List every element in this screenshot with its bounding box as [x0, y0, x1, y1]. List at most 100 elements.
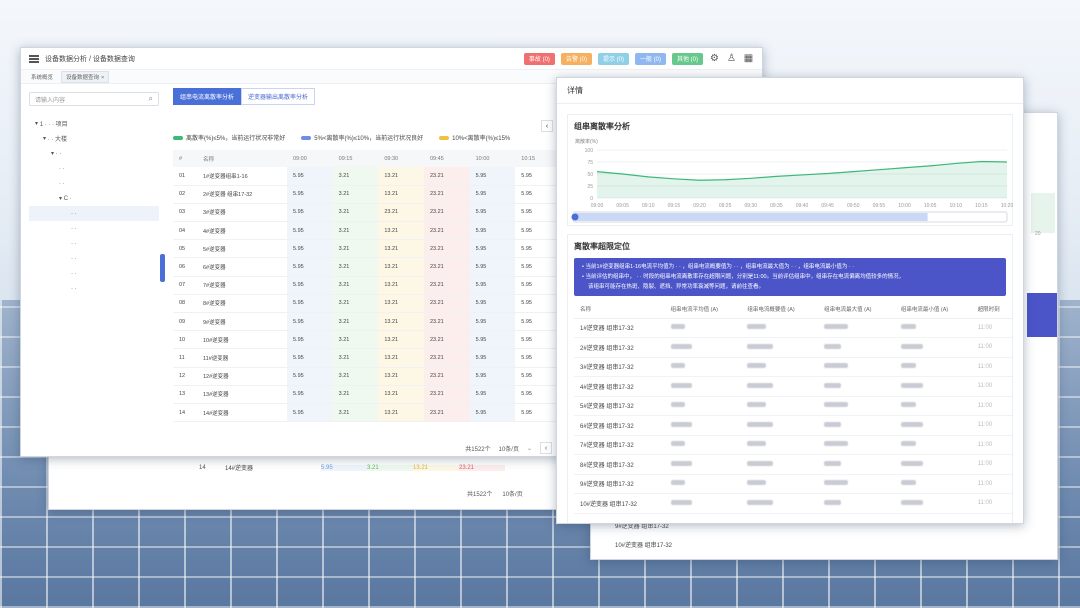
- row-name: 6#逆变器: [197, 257, 287, 277]
- redacted-mark: [747, 324, 767, 330]
- settings-icon[interactable]: ⚙: [709, 53, 720, 64]
- dispersion-cell: 3.21: [332, 403, 379, 423]
- grid-icon[interactable]: ▦: [743, 53, 754, 64]
- status-chip-general[interactable]: 一般 (0): [634, 52, 666, 65]
- table-row[interactable]: 03 3#逆变器 5.95 3.21 23.21 23.21 5.95 5.95: [173, 203, 561, 223]
- tree-node[interactable]: ▾ · ·: [29, 146, 159, 161]
- row-index: 04: [173, 221, 197, 241]
- table-row[interactable]: 05 5#逆变器 5.95 3.21 13.21 23.21 5.95 5.95: [173, 239, 561, 259]
- column-header: 09:30: [378, 150, 424, 167]
- table-row[interactable]: 12 12#逆变器 5.95 3.21 13.21 23.21 5.95 5.95: [173, 367, 561, 386]
- table-row[interactable]: 5#逆变器 组串17-32 11:00: [574, 396, 1012, 416]
- tree-node[interactable]: · ·: [29, 221, 159, 236]
- row-name: 11#逆变器: [197, 348, 287, 368]
- table-row[interactable]: 1#逆变器 组串17-32 11:00: [574, 318, 1012, 338]
- table-row[interactable]: 02 2#逆变器 组串17-32 5.95 3.21 13.21 23.21 5.95 5.9…: [173, 185, 561, 204]
- legend-item: 5%<离散率(%)≤10%，当前运行状况良好: [301, 133, 423, 142]
- dispersion-cell: 13.21: [378, 185, 424, 204]
- table-row[interactable]: 3#逆变器 组串17-32 11:00: [574, 357, 1012, 377]
- tab-inverter-dispersion[interactable]: 逆变器输出离散率分析: [241, 88, 316, 105]
- tree-node[interactable]: ▾ · · 大楼: [29, 131, 159, 146]
- redacted-value: [664, 318, 742, 338]
- redacted-mark: [824, 421, 842, 427]
- status-chip-alarm[interactable]: 告警 (0): [560, 52, 592, 65]
- dispersion-cell: 5.95: [515, 257, 561, 277]
- tree-node-selected[interactable]: · ·: [29, 206, 159, 221]
- dispersion-cell: 13.21: [378, 367, 424, 386]
- dispersion-cell: 13.21: [378, 167, 424, 186]
- status-chip-accident[interactable]: 事故 (0): [523, 52, 555, 65]
- dispersion-cell: 5.95: [515, 330, 561, 350]
- sidebar-collapse-handle[interactable]: [160, 254, 165, 282]
- zoom-slider-handle[interactable]: [571, 213, 579, 221]
- tree-node[interactable]: · ·: [29, 161, 159, 176]
- table-row[interactable]: 09 9#逆变器 5.95 3.21 13.21 23.21 5.95 5.95: [173, 312, 561, 332]
- zoom-slider-range[interactable]: [575, 213, 928, 221]
- chevron-left-icon[interactable]: ‹: [541, 120, 553, 132]
- dispersion-cell: 5.95: [469, 348, 516, 368]
- x-tick-label: 09:30: [744, 203, 757, 209]
- dispersion-cell: 5.95: [287, 312, 333, 332]
- column-header: 09:15: [332, 150, 379, 167]
- row-index: 02: [173, 185, 197, 204]
- column-header: 组串电流最小值 (A): [894, 300, 972, 319]
- table-row[interactable]: 08 8#逆变器 5.95 3.21 13.21 23.21 5.95 5.95: [173, 294, 561, 314]
- table-row[interactable]: 11 11#逆变器 5.95 3.21 13.21 23.21 5.95 5.95: [173, 348, 561, 368]
- redacted-value: [894, 474, 972, 494]
- status-chip-other[interactable]: 其他 (0): [671, 52, 703, 65]
- dispersion-cell: 5.95: [515, 167, 561, 186]
- redacted-value: [894, 454, 972, 475]
- tab-string-dispersion[interactable]: 组串电流离散率分析: [173, 88, 242, 105]
- dispersion-cell: 5.95: [469, 403, 516, 423]
- menu-icon[interactable]: [29, 54, 39, 63]
- table-row[interactable]: 14 14#逆变器 5.95 3.21 13.21 23.21 5.95 5.95: [173, 403, 561, 423]
- table-row[interactable]: 7#逆变器 组串17-32 11:00: [574, 435, 1012, 455]
- page-size-select[interactable]: 10条/页: [499, 444, 519, 453]
- table-row[interactable]: 6#逆变器 组串17-32 11:00: [574, 415, 1012, 436]
- prev-page-button[interactable]: ‹: [540, 442, 552, 454]
- table-row[interactable]: 04 4#逆变器 5.95 3.21 13.21 23.21 5.95 5.95: [173, 221, 561, 241]
- tree-node[interactable]: · ·: [29, 176, 159, 191]
- tree-node[interactable]: · ·: [29, 251, 159, 266]
- tree-node[interactable]: · ·: [29, 281, 159, 296]
- dispersion-cell: 5.95: [469, 312, 516, 332]
- tree-node[interactable]: ▾ C ·: [29, 191, 159, 206]
- user-icon[interactable]: ♙: [726, 53, 737, 64]
- tree-node[interactable]: · ·: [29, 236, 159, 251]
- dispersion-cell: 3.21: [332, 203, 379, 223]
- y-tick-label: 75: [587, 160, 593, 166]
- tree-node[interactable]: ▾ 1 · · · 项目: [29, 116, 159, 131]
- search-icon[interactable]: ⌕: [149, 94, 153, 104]
- dispersion-cell: 5.95: [287, 294, 333, 314]
- close-icon[interactable]: ×: [101, 75, 104, 81]
- x-tick-label: 09:15: [668, 203, 681, 209]
- row-index: 11: [173, 348, 197, 368]
- chart-fragment: [1031, 193, 1055, 233]
- table-row[interactable]: 2#逆变器 组串17-32 11:00: [574, 337, 1012, 358]
- row-name: 1#逆变器 组串17-32: [574, 318, 665, 338]
- table-row[interactable]: 06 6#逆变器 5.95 3.21 13.21 23.21 5.95 5.95: [173, 257, 561, 277]
- row-name: 9#逆变器 组串17-32: [574, 474, 665, 494]
- chevron-down-icon[interactable]: ⌄: [527, 445, 532, 452]
- status-chip-notice[interactable]: 提示 (0): [597, 52, 629, 65]
- search-input[interactable]: 请输入内容 ⌕: [29, 92, 159, 106]
- table-row[interactable]: 9#逆变器 组串17-32 11:00: [574, 474, 1012, 494]
- redacted-value: [741, 454, 819, 475]
- table-row[interactable]: 13 13#逆变器 5.95 3.21 13.21 23.21 5.95 5.95: [173, 385, 561, 404]
- table-row[interactable]: 10 10#逆变器 5.95 3.21 13.21 23.21 5.95 5.95: [173, 330, 561, 350]
- page-size-select[interactable]: 10条/页: [502, 489, 522, 498]
- tab-system-overview[interactable]: 系统概览: [27, 72, 57, 82]
- table-row[interactable]: 10#逆变器 组串17-32 11:00: [574, 493, 1012, 514]
- table-row[interactable]: 07 7#逆变器 5.95 3.21 13.21 23.21 5.95 5.95: [173, 276, 561, 295]
- table-row[interactable]: 01 1#逆变器组串1-16 5.95 3.21 13.21 23.21 5.95 5.95: [173, 167, 561, 186]
- cell-value: 23.21: [459, 464, 505, 471]
- row-index: 03: [173, 203, 197, 223]
- tree-node[interactable]: · ·: [29, 266, 159, 281]
- tab-device-query[interactable]: 设备数据查询 ×: [61, 70, 110, 83]
- table-row[interactable]: 4#逆变器 组串17-32 11:00: [574, 376, 1012, 397]
- dispersion-cell: 5.95: [469, 276, 516, 295]
- redacted-mark: [670, 402, 685, 408]
- dispersion-cell: 23.21: [423, 385, 470, 404]
- table-row-index: 14: [199, 464, 206, 471]
- table-row[interactable]: 8#逆变器 组串17-32 11:00: [574, 454, 1012, 475]
